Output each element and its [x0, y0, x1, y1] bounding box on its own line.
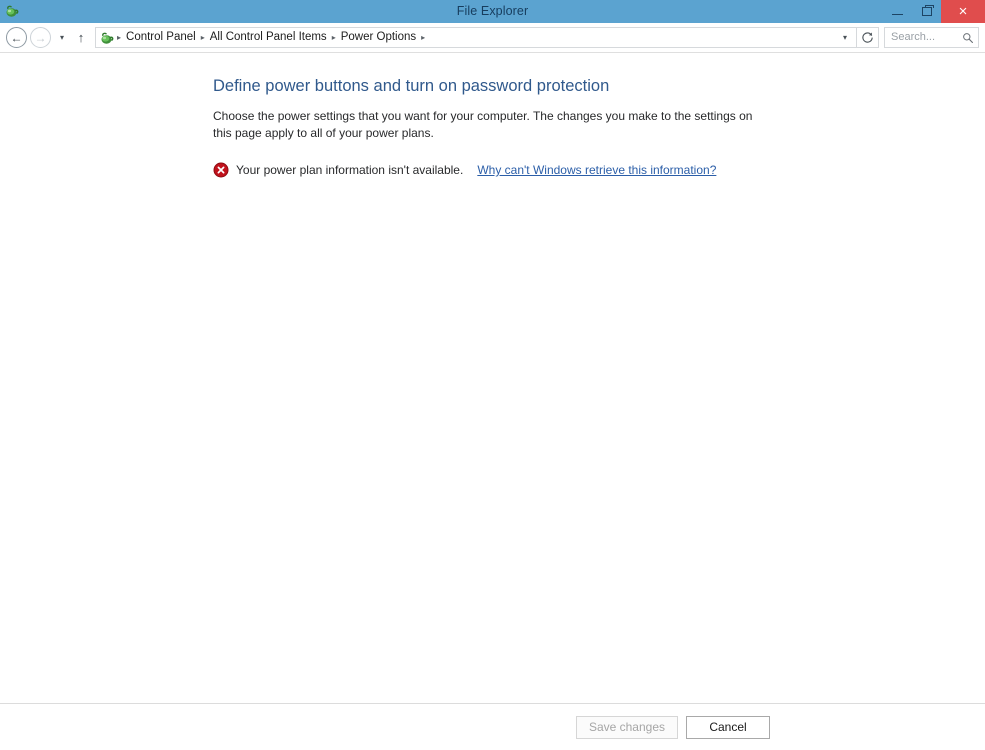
address-bar[interactable]: ▸ Control Panel ▸ All Control Panel Item…	[95, 27, 857, 48]
cancel-button[interactable]: Cancel	[686, 715, 770, 739]
refresh-icon	[862, 32, 873, 43]
window-controls: ×	[883, 0, 985, 23]
help-link[interactable]: Why can't Windows retrieve this informat…	[477, 162, 716, 178]
settings-panel: Define power buttons and turn on passwor…	[0, 53, 985, 178]
address-control-panel-icon	[99, 30, 115, 46]
close-icon: ×	[958, 3, 968, 20]
save-changes-button[interactable]: Save changes	[575, 715, 678, 739]
breadcrumb-all-control-panel-items[interactable]: All Control Panel Items	[206, 29, 331, 46]
close-button[interactable]: ×	[941, 0, 985, 23]
search-box[interactable]: Search...	[884, 27, 979, 48]
minimize-icon	[892, 14, 903, 15]
restore-icon	[921, 5, 934, 16]
back-button[interactable]: ←	[6, 27, 27, 48]
footer-bar: Save changes Cancel	[0, 703, 985, 750]
search-icon	[963, 32, 974, 43]
back-arrow-icon: ←	[10, 30, 23, 45]
address-dropdown-button[interactable]: ▾	[836, 28, 854, 47]
file-explorer-window: File Explorer × ← → ▾ ↑ ▸ Control Panel …	[0, 0, 985, 750]
breadcrumb-separator[interactable]: ▸	[420, 30, 426, 45]
chevron-down-icon: ▾	[842, 33, 847, 42]
minimize-button[interactable]	[883, 0, 912, 23]
up-arrow-icon: ↑	[77, 30, 85, 45]
recent-locations-button[interactable]: ▾	[54, 27, 70, 48]
breadcrumb-control-panel[interactable]: Control Panel	[122, 29, 200, 46]
error-icon	[213, 162, 229, 178]
status-message: Your power plan information isn't availa…	[236, 163, 464, 177]
content-area: Define power buttons and turn on passwor…	[0, 53, 985, 703]
search-input[interactable]: Search...	[891, 28, 935, 47]
page-title: Define power buttons and turn on passwor…	[213, 77, 610, 95]
forward-arrow-icon: →	[34, 30, 47, 45]
status-message-row: Your power plan information isn't availa…	[213, 162, 985, 178]
breadcrumb-power-options[interactable]: Power Options	[337, 29, 420, 46]
forward-button[interactable]: →	[30, 27, 51, 48]
chevron-down-icon: ▾	[59, 33, 64, 42]
restore-button[interactable]	[912, 0, 941, 23]
window-title: File Explorer	[456, 4, 529, 18]
navigation-bar: ← → ▾ ↑ ▸ Control Panel ▸ All Control Pa…	[0, 23, 985, 53]
control-panel-icon	[4, 3, 20, 19]
up-one-level-button[interactable]: ↑	[71, 27, 91, 48]
page-description: Choose the power settings that you want …	[213, 109, 753, 140]
refresh-button[interactable]	[857, 27, 879, 48]
title-bar: File Explorer ×	[0, 0, 985, 23]
